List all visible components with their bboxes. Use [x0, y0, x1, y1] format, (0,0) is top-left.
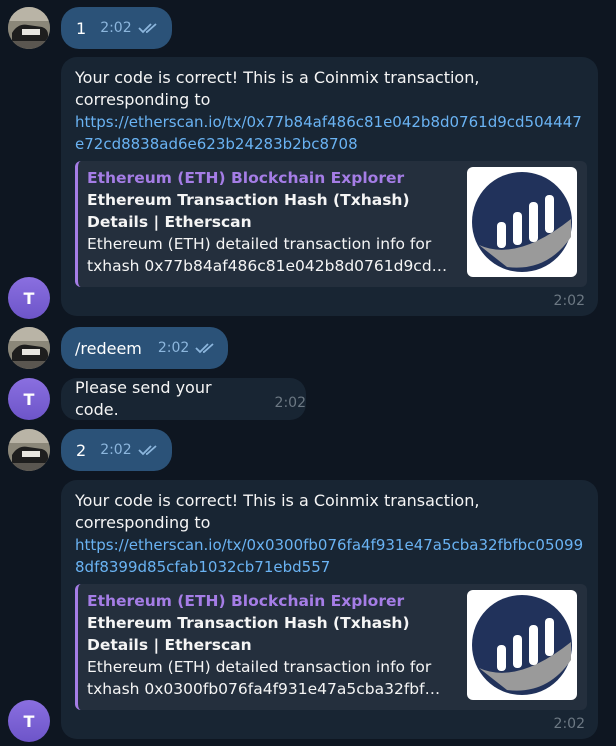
bot-avatar[interactable]: T [8, 277, 50, 319]
message-text: Your code is correct! This is a Coinmix … [75, 491, 480, 532]
message-text: Please send your code. [75, 378, 212, 419]
message-time: 2:02 [553, 716, 585, 732]
preview-title: Ethereum Transaction Hash (Txhash) Detai… [87, 191, 410, 231]
message-text: 2 [76, 440, 87, 460]
user-avatar[interactable] [8, 327, 50, 369]
outgoing-message[interactable]: 2 2:02 [61, 429, 172, 471]
bot-avatar[interactable]: T [8, 378, 50, 420]
preview-description: Ethereum (ETH) detailed transaction info… [87, 658, 432, 676]
message-time: 2:02 [553, 293, 585, 309]
outgoing-message[interactable]: /redeem 2:02 [61, 327, 228, 369]
preview-site-name: Ethereum (ETH) Blockchain Explorer [87, 169, 405, 187]
incoming-message[interactable]: Please send your code. 2:02 [61, 378, 306, 420]
message-meta: 2:02 [100, 442, 159, 458]
preview-description: Ethereum (ETH) detailed transaction info… [87, 235, 432, 253]
message-text: Your code is correct! This is a Coinmix … [75, 68, 480, 109]
preview-site-name: Ethereum (ETH) Blockchain Explorer [87, 592, 405, 610]
message-link[interactable]: https://etherscan.io/tx/0x77b84af486c81e… [75, 111, 590, 155]
message-text: /redeem [75, 338, 142, 358]
user-avatar[interactable] [8, 7, 50, 49]
outgoing-message[interactable]: 1 2:02 [61, 7, 172, 49]
avatar-initial: T [23, 389, 35, 409]
message-time: 2:02 [100, 20, 132, 36]
link-preview[interactable]: Ethereum (ETH) Blockchain Explorer Ether… [75, 584, 587, 710]
avatar-initial: T [23, 288, 35, 308]
avatar-initial: T [23, 711, 35, 731]
incoming-message[interactable]: Your code is correct! This is a Coinmix … [61, 57, 598, 316]
incoming-message[interactable]: Your code is correct! This is a Coinmix … [61, 480, 598, 739]
message-time: 2:02 [100, 442, 132, 458]
preview-description-cont: txhash 0x0300fb076fa4f931e47a5cba32fbfbc… [87, 680, 449, 698]
double-check-icon [138, 23, 157, 34]
etherscan-logo-icon [467, 167, 577, 277]
preview-description-cont: txhash 0x77b84af486c81e042b8d0761d9cd504… [87, 257, 449, 275]
link-preview[interactable]: Ethereum (ETH) Blockchain Explorer Ether… [75, 161, 587, 287]
preview-title: Ethereum Transaction Hash (Txhash) Detai… [87, 614, 410, 654]
message-meta: 2:02 [100, 20, 159, 36]
message-time: 2:02 [157, 340, 190, 356]
message-text: 1 [76, 18, 87, 38]
double-check-icon [195, 343, 214, 354]
double-check-icon [138, 445, 157, 456]
etherscan-logo-icon [467, 590, 577, 700]
message-time: 2:02 [274, 395, 306, 411]
message-link[interactable]: https://etherscan.io/tx/0x0300fb076fa4f9… [75, 534, 590, 578]
message-meta: 2:02 [158, 340, 217, 356]
bot-avatar[interactable]: T [8, 700, 50, 742]
user-avatar[interactable] [8, 429, 50, 471]
